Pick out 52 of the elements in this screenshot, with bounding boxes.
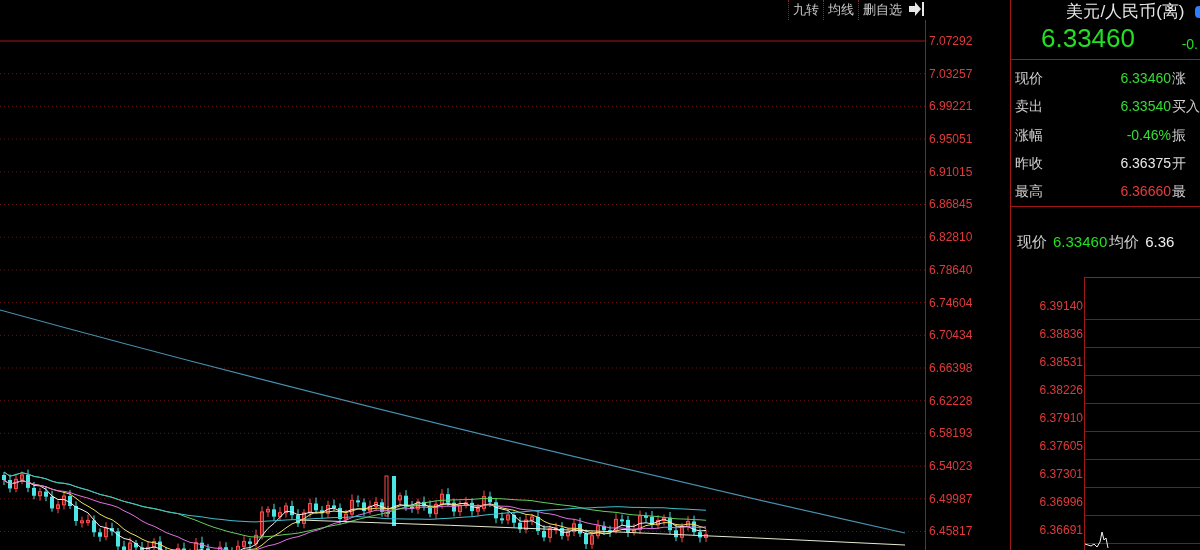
field-value: 6.36375 bbox=[1119, 153, 1171, 173]
price-value: 6.33460 bbox=[1053, 231, 1108, 252]
badge-icon bbox=[1195, 6, 1200, 18]
axis-label: 6.37910 bbox=[1039, 410, 1083, 427]
toolbar-button[interactable]: 删自选 bbox=[858, 0, 906, 20]
field-label: 买入 bbox=[1171, 97, 1200, 117]
axis-label: 6.37605 bbox=[1039, 438, 1083, 455]
axis-label: 6.38226 bbox=[1039, 382, 1083, 399]
axis-label: 7.07292 bbox=[929, 33, 974, 50]
axis-label: 6.36691 bbox=[1039, 522, 1083, 539]
field-label: 涨幅 bbox=[1014, 125, 1044, 145]
field-label: 昨收 bbox=[1014, 153, 1044, 173]
field-label: 开 bbox=[1171, 153, 1186, 173]
field-label: 涨 bbox=[1171, 68, 1186, 88]
field-value: 6.36660 bbox=[1119, 182, 1171, 202]
axis-label: 6.39140 bbox=[1039, 298, 1083, 315]
field-label: 最高 bbox=[1014, 182, 1044, 202]
axis-label: 6.37301 bbox=[1039, 466, 1083, 483]
axis-label: 6.62228 bbox=[929, 392, 974, 410]
axis-label: 6.82810 bbox=[929, 229, 974, 247]
field-label: 振 bbox=[1171, 125, 1186, 145]
price-change: -0. bbox=[1181, 35, 1198, 53]
field-value: 6.33460 bbox=[1119, 68, 1171, 88]
axis-label: 6.86845 bbox=[929, 196, 974, 214]
average-label: 均价 bbox=[1109, 231, 1140, 252]
axis-label: 6.78640 bbox=[929, 261, 974, 279]
field-label: 现价 bbox=[1014, 68, 1044, 88]
average-value: 6.36 bbox=[1145, 231, 1175, 252]
toolbar-button[interactable]: 九转 bbox=[788, 0, 823, 20]
axis-label: 6.91015 bbox=[929, 163, 974, 181]
axis-label: 6.38531 bbox=[1039, 354, 1083, 371]
axis-label: 7.03257 bbox=[929, 65, 974, 83]
axis-label: 6.36996 bbox=[1039, 494, 1083, 511]
price-label: 现价 bbox=[1017, 231, 1047, 252]
axis-label: 6.54023 bbox=[929, 457, 974, 475]
field-value: 6.33540 bbox=[1119, 97, 1171, 117]
instrument-title: 美元/人民币(离) bbox=[1066, 1, 1185, 23]
field-value: -0.46% bbox=[1125, 125, 1171, 145]
axis-label: 6.74604 bbox=[929, 294, 974, 312]
axis-label: 6.70434 bbox=[929, 327, 974, 345]
axis-label: 6.66398 bbox=[929, 359, 974, 377]
axis-label: 6.58193 bbox=[929, 425, 974, 443]
arrow-icon[interactable] bbox=[908, 1, 925, 17]
field-label: 卖出 bbox=[1014, 97, 1044, 117]
axis-label: 6.95051 bbox=[929, 131, 974, 149]
axis-label: 6.99221 bbox=[929, 98, 974, 116]
toolbar-button[interactable]: 均线 bbox=[823, 0, 858, 20]
axis-label: 6.49987 bbox=[929, 490, 974, 508]
field-label: 最 bbox=[1171, 182, 1186, 202]
current-price: 6.33460 bbox=[1041, 23, 1135, 53]
axis-label: 6.38836 bbox=[1039, 326, 1083, 343]
axis-label: 6.45817 bbox=[929, 523, 974, 541]
